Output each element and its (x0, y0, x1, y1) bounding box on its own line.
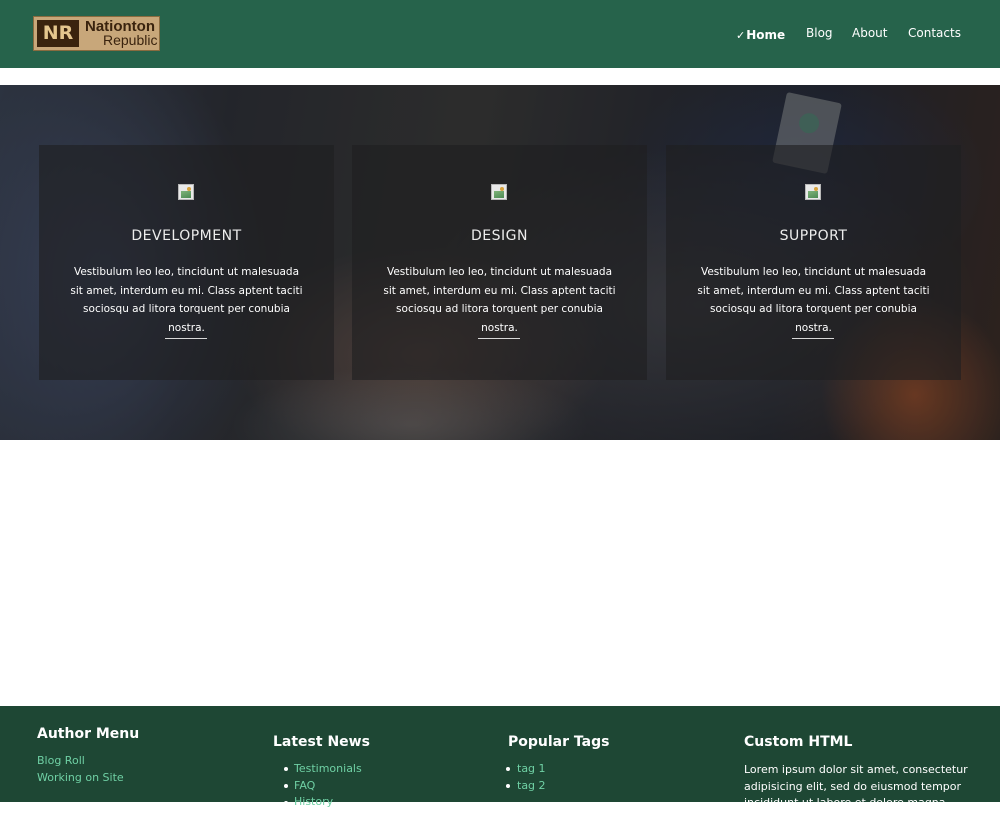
footer-heading-popular-tags: Popular Tags (508, 734, 610, 750)
service-card-divider (792, 338, 834, 339)
checkmark-icon: ✓ (736, 29, 746, 42)
nav-blog[interactable]: Blog (806, 26, 833, 44)
footer-link-tag-2[interactable]: tag 2 (517, 779, 546, 792)
bullet-icon (506, 784, 510, 788)
site-footer: Author Menu Blog Roll Working on Site La… (0, 706, 1000, 826)
hero-banner: DEVELOPMENT Vestibulum leo leo, tincidun… (0, 85, 1000, 440)
site-header: NR Nationton Republic ✓Home Blog About C… (0, 0, 1000, 68)
footer-heading-custom-html: Custom HTML (744, 734, 853, 750)
service-card-title: SUPPORT (779, 228, 848, 244)
nav-home-label: Home (746, 28, 786, 42)
nav-about[interactable]: About (852, 26, 887, 44)
service-card-text: Vestibulum leo leo, tincidunt ut malesua… (383, 266, 616, 334)
footer-link-working-on-site[interactable]: Working on Site (37, 771, 124, 784)
broken-image-icon (491, 184, 507, 200)
footer-link-blog-roll[interactable]: Blog Roll (37, 754, 85, 767)
footer-link-faq[interactable]: FAQ (294, 779, 315, 792)
service-card-text: Vestibulum leo leo, tincidunt ut malesua… (697, 266, 930, 334)
footer-link-testimonials[interactable]: Testimonials (294, 762, 362, 775)
broken-image-icon (805, 184, 821, 200)
service-card-divider (478, 338, 520, 339)
broken-image-icon (178, 184, 194, 200)
service-card-title: DEVELOPMENT (131, 228, 242, 244)
service-card-text: Vestibulum leo leo, tincidunt ut malesua… (70, 266, 303, 334)
service-card-support: SUPPORT Vestibulum leo leo, tincidunt ut… (666, 145, 961, 380)
bullet-icon (284, 784, 288, 788)
footer-link-tag-1[interactable]: tag 1 (517, 762, 546, 775)
nav-contacts[interactable]: Contacts (908, 26, 961, 44)
footer-heading-author-menu: Author Menu (37, 726, 140, 742)
bullet-icon (284, 767, 288, 771)
nav-home[interactable]: ✓Home (736, 28, 785, 46)
footer-heading-latest-news: Latest News (273, 734, 370, 750)
service-card-divider (165, 338, 207, 339)
service-card-design: DESIGN Vestibulum leo leo, tincidunt ut … (352, 145, 647, 380)
footer-custom-html-text: Lorem ipsum dolor sit amet, consectetur … (744, 763, 968, 826)
bullet-icon (506, 767, 510, 771)
logo-line-2: Republic (103, 32, 158, 48)
logo-mark: NR (37, 20, 79, 47)
site-logo[interactable]: NR Nationton Republic (33, 16, 160, 51)
service-card-title: DESIGN (471, 228, 528, 244)
service-card-development: DEVELOPMENT Vestibulum leo leo, tincidun… (39, 145, 334, 380)
